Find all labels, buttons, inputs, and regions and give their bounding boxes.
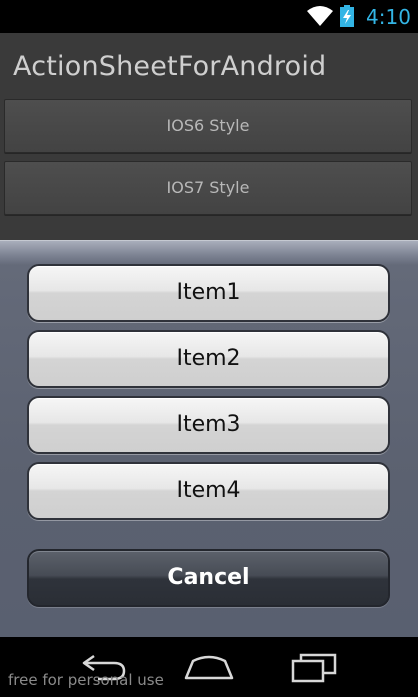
ios6-style-button[interactable]: IOS6 Style (4, 99, 412, 153)
action-item-2-button[interactable]: Item2 (27, 330, 390, 388)
recent-apps-icon[interactable] (289, 649, 339, 683)
home-icon[interactable] (183, 653, 235, 681)
action-sheet: Item1 Item2 Item3 Item4 Cancel (0, 240, 418, 637)
navigation-bar: free for personal use (0, 637, 418, 697)
wifi-icon (307, 6, 333, 26)
action-item-3-button[interactable]: Item3 (27, 396, 390, 454)
phone-screen: 4:10 ActionSheetForAndroid IOS6 Style IO… (0, 0, 418, 697)
cancel-button[interactable]: Cancel (27, 549, 390, 607)
app-title: ActionSheetForAndroid (13, 51, 327, 82)
status-clock: 4:10 (366, 5, 411, 29)
ios7-style-button[interactable]: IOS7 Style (4, 161, 412, 215)
watermark-text: free for personal use (8, 671, 164, 689)
action-item-1-button[interactable]: Item1 (27, 264, 390, 322)
status-bar: 4:10 (0, 0, 418, 33)
battery-charging-icon (340, 5, 354, 27)
action-item-4-button[interactable]: Item4 (27, 462, 390, 520)
